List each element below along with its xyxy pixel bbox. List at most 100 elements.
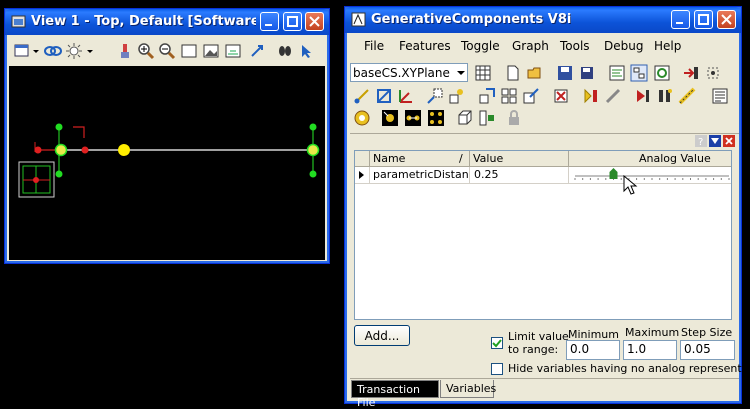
column-separator <box>568 151 569 166</box>
base-cs-origin[interactable] <box>33 177 39 183</box>
table-row[interactable]: parametricDistan... 0.25 <box>355 167 731 184</box>
view-canvas[interactable] <box>9 66 325 260</box>
dropdown-arrow-icon[interactable] <box>31 42 41 60</box>
image-icon[interactable] <box>202 42 220 60</box>
control-point[interactable] <box>55 123 63 131</box>
coordinate-system-icon[interactable] <box>397 87 415 105</box>
menu-graph[interactable]: Graph <box>512 39 549 53</box>
minimize-button[interactable] <box>671 10 690 29</box>
view-titlebar[interactable]: View 1 - Top, Default [Software G... <box>5 9 329 35</box>
grid-icon[interactable] <box>474 64 492 82</box>
maximum-field[interactable]: 1.0 <box>623 340 677 360</box>
pause-icon[interactable] <box>656 87 674 105</box>
add-button[interactable]: Add... <box>354 325 410 346</box>
select-icon[interactable] <box>298 42 316 60</box>
cursor-icon[interactable] <box>248 42 266 60</box>
point-tool-icon[interactable] <box>353 87 371 105</box>
control-point[interactable] <box>309 170 317 178</box>
edit-feature-icon[interactable] <box>522 87 540 105</box>
column-name[interactable]: Name <box>373 152 405 165</box>
menu-debug[interactable]: Debug <box>604 39 643 53</box>
minimum-field[interactable]: 0.0 <box>566 340 620 360</box>
coordinate-system-select[interactable]: baseCS.XYPlane <box>350 63 468 82</box>
view-attributes-icon[interactable] <box>13 42 31 60</box>
save-all-icon[interactable] <box>578 64 596 82</box>
snap-icon[interactable] <box>704 64 722 82</box>
help-icon[interactable]: ? <box>695 135 707 147</box>
view-settings-icon[interactable] <box>224 42 242 60</box>
delete-icon[interactable] <box>552 87 570 105</box>
gc-titlebar[interactable]: GenerativeComponents V8i <box>345 7 741 33</box>
menu-tools[interactable]: Tools <box>560 39 590 53</box>
menu-features[interactable]: Features <box>399 39 451 53</box>
zoom-out-icon[interactable] <box>158 42 176 60</box>
feature-list-icon[interactable] <box>427 109 445 127</box>
column-value[interactable]: Value <box>473 152 503 165</box>
maximize-button[interactable] <box>694 10 713 29</box>
tab-transaction-file[interactable]: Transaction File <box>351 380 439 409</box>
menu-help[interactable]: Help <box>654 39 681 53</box>
component-icon[interactable] <box>478 109 496 127</box>
feature-node-icon[interactable] <box>381 109 399 127</box>
variable-value[interactable]: 0.25 <box>474 168 499 181</box>
refresh-icon[interactable] <box>653 64 671 82</box>
column-analog-value[interactable]: Analog Value <box>639 152 711 165</box>
save-icon[interactable] <box>556 64 574 82</box>
paint-brush-icon[interactable] <box>116 42 134 60</box>
red-point[interactable] <box>81 146 89 154</box>
copy-feature-icon[interactable] <box>448 87 466 105</box>
panel-close-icon[interactable] <box>723 135 735 147</box>
chevron-down-icon[interactable] <box>455 64 467 81</box>
step-size-field[interactable]: 0.05 <box>680 340 735 360</box>
menu-file[interactable]: File <box>364 39 384 53</box>
tab-variables[interactable]: Variables <box>440 380 496 398</box>
maximize-button[interactable] <box>283 12 302 31</box>
panel-menu-icon[interactable] <box>709 135 721 147</box>
slider-thumb[interactable] <box>609 168 618 179</box>
zoom-in-icon[interactable] <box>137 42 155 60</box>
analog-slider[interactable] <box>571 167 731 183</box>
step-forward-icon[interactable] <box>582 87 600 105</box>
column-sort[interactable]: / <box>459 152 463 165</box>
fit-window-icon[interactable] <box>180 42 198 60</box>
parametric-point[interactable] <box>118 144 130 156</box>
close-button[interactable] <box>717 10 736 29</box>
graph-view-icon[interactable] <box>630 64 648 82</box>
step-size-label: Step Size <box>681 326 733 339</box>
minimize-button[interactable] <box>260 12 279 31</box>
variable-name[interactable]: parametricDistan... <box>373 168 468 181</box>
gc-title: GenerativeComponents V8i <box>371 12 572 27</box>
replicate-icon[interactable] <box>500 87 518 105</box>
close-button[interactable] <box>305 12 324 31</box>
move-icon[interactable] <box>478 87 496 105</box>
limit-label-line2: to range: <box>508 343 559 356</box>
start-point[interactable] <box>54 143 68 157</box>
generate-icon[interactable] <box>353 109 371 127</box>
new-file-icon[interactable] <box>504 64 522 82</box>
lock-icon[interactable] <box>505 109 523 127</box>
control-point[interactable] <box>55 170 63 178</box>
control-point[interactable] <box>309 123 317 131</box>
solid-box-icon[interactable] <box>456 109 474 127</box>
script-editor-icon[interactable] <box>608 64 626 82</box>
link-icon[interactable] <box>44 42 62 60</box>
variables-panel: ? Name / Value Analog Value parametricDi… <box>350 133 750 409</box>
record-icon[interactable] <box>682 64 700 82</box>
plane-tool-icon[interactable] <box>375 87 393 105</box>
measure-icon[interactable] <box>678 87 696 105</box>
properties-icon[interactable] <box>711 87 729 105</box>
transform-icon[interactable] <box>426 87 444 105</box>
open-folder-icon[interactable] <box>526 64 544 82</box>
menu-toggle[interactable]: Toggle <box>461 39 500 53</box>
line-tool-icon[interactable] <box>604 87 622 105</box>
end-point[interactable] <box>306 143 320 157</box>
limit-range-checkbox[interactable] <box>491 337 503 349</box>
geometry-drawing[interactable] <box>9 66 325 260</box>
play-icon[interactable] <box>634 87 652 105</box>
footprint-icon[interactable] <box>276 42 294 60</box>
feature-graph-icon[interactable] <box>404 109 422 127</box>
lighting-icon[interactable] <box>65 42 83 60</box>
origin-point[interactable] <box>34 146 42 154</box>
dropdown-arrow-icon[interactable] <box>85 42 95 60</box>
hide-variables-checkbox[interactable] <box>491 363 503 375</box>
